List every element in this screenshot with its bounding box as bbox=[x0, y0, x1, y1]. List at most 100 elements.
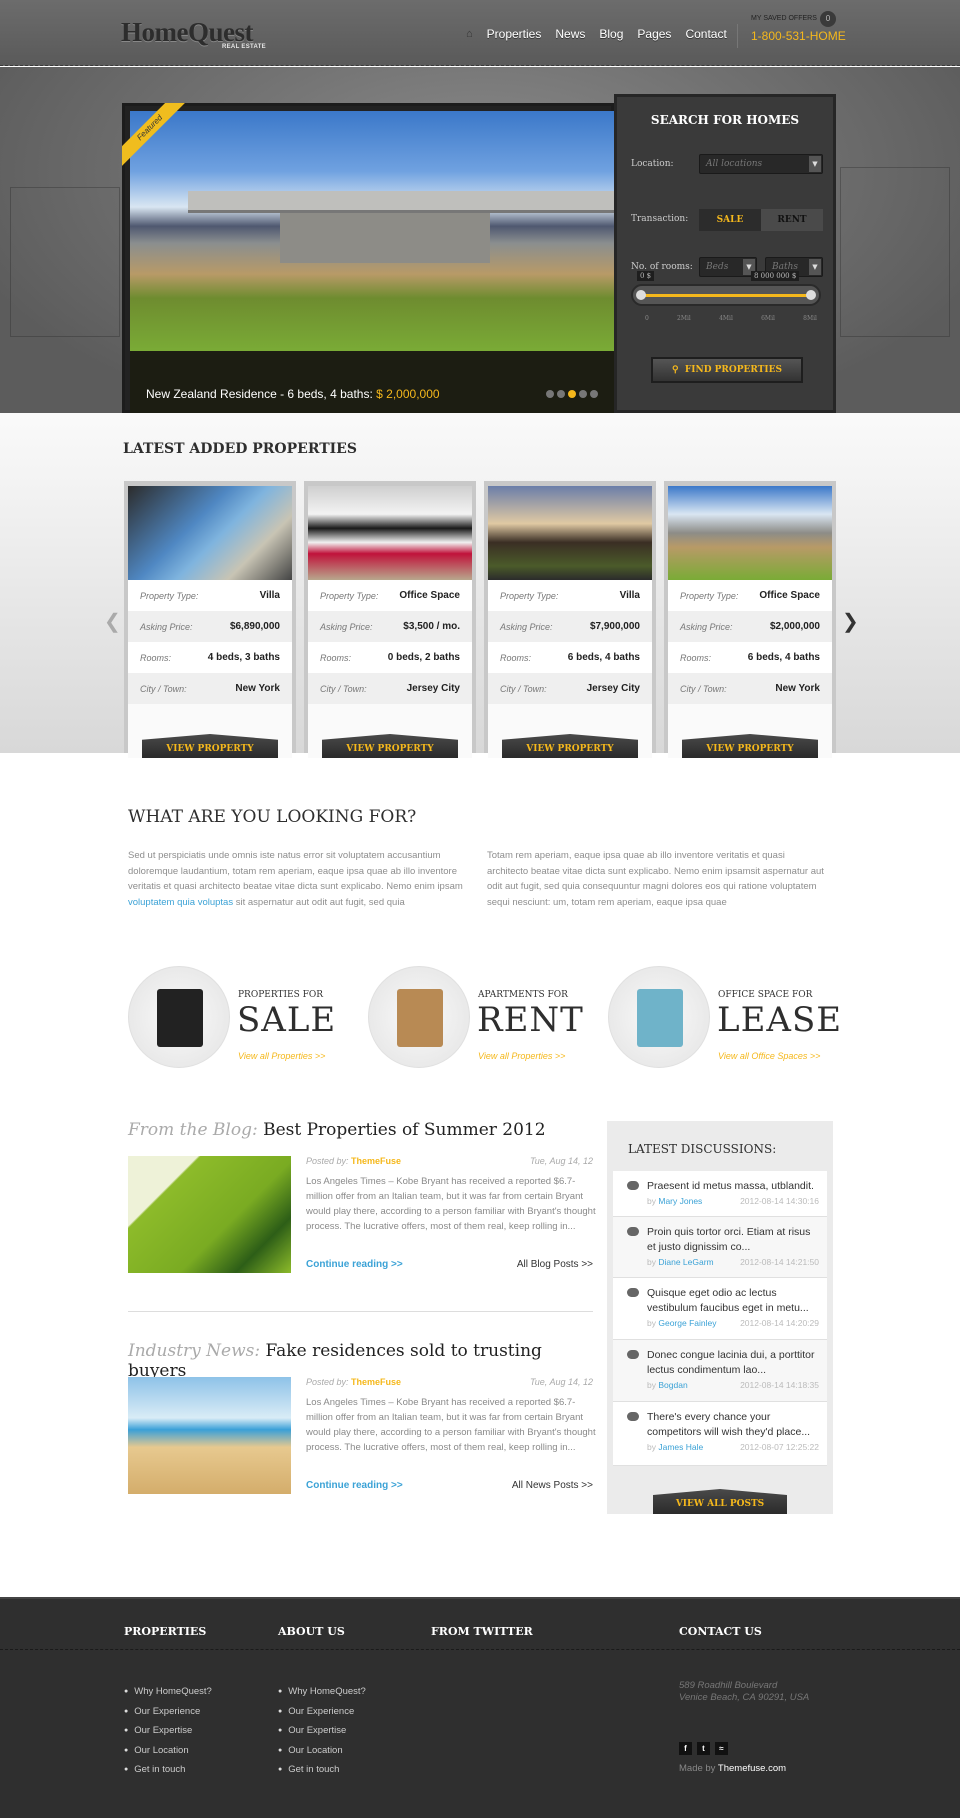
discussion-meta: by Bogdan 2012-08-14 14:18:35 bbox=[647, 1380, 819, 1390]
property-city-row: City / Town: New York bbox=[128, 673, 292, 704]
view-all-posts-button[interactable]: VIEW ALL POSTS bbox=[653, 1489, 787, 1514]
post-author[interactable]: ThemeFuse bbox=[351, 1156, 401, 1166]
category-link[interactable]: View all Properties >> bbox=[238, 1051, 325, 1061]
property-price-row: Asking Price: $3,500 / mo. bbox=[308, 611, 472, 642]
saved-offers-count: 0 bbox=[820, 11, 836, 27]
property-type-row: Property Type: Office Space bbox=[308, 580, 472, 611]
category-link[interactable]: View all Office Spaces >> bbox=[718, 1051, 820, 1061]
footer-link[interactable]: Why HomeQuest? bbox=[124, 1682, 212, 1702]
author-link[interactable]: Bogdan bbox=[658, 1380, 687, 1390]
discussion-time: 2012-08-14 14:30:16 bbox=[740, 1196, 819, 1206]
range-min-handle[interactable] bbox=[636, 290, 646, 300]
author-link[interactable]: George Fainley bbox=[658, 1318, 716, 1328]
author-link[interactable]: Mary Jones bbox=[658, 1196, 702, 1206]
transaction-rent[interactable]: RENT bbox=[761, 209, 823, 231]
nav-pages[interactable]: Pages bbox=[637, 27, 671, 41]
beds-select[interactable]: Beds ▼ bbox=[699, 257, 757, 277]
tick-label: 0 bbox=[645, 315, 649, 322]
author-link[interactable]: James Hale bbox=[658, 1442, 703, 1452]
footer-link[interactable]: Get in touch bbox=[124, 1760, 212, 1780]
category-lease[interactable]: OFFICE SPACE FOR LEASE View all Office S… bbox=[608, 966, 841, 1070]
property-photo[interactable] bbox=[128, 486, 292, 580]
footer-link[interactable]: Get in touch bbox=[278, 1760, 366, 1780]
saved-offers-link[interactable]: MY SAVED OFFERS bbox=[751, 15, 817, 22]
footer-link[interactable]: Our Expertise bbox=[124, 1721, 212, 1741]
post-thumbnail[interactable] bbox=[128, 1377, 291, 1494]
field-label: Rooms: bbox=[680, 652, 712, 663]
footer-link[interactable]: Our Experience bbox=[124, 1702, 212, 1722]
address-line: 589 Roadhill Boulevard bbox=[679, 1680, 778, 1691]
property-photo[interactable] bbox=[308, 486, 472, 580]
post-author[interactable]: ThemeFuse bbox=[351, 1377, 401, 1387]
view-property-button[interactable]: VIEW PROPERTY bbox=[142, 734, 278, 758]
discussion-time: 2012-08-14 14:21:50 bbox=[740, 1257, 819, 1267]
discussion-item[interactable]: Praesent id metus massa, utblandit. by M… bbox=[613, 1171, 827, 1217]
category-sale[interactable]: PROPERTIES FOR SALE View all Properties … bbox=[128, 966, 358, 1070]
footer-link[interactable]: Our Location bbox=[278, 1741, 366, 1761]
field-label: Rooms: bbox=[500, 652, 532, 663]
price-range-slider[interactable] bbox=[631, 284, 821, 306]
site-footer: PROPERTIES ABOUT US FROM TWITTER CONTACT… bbox=[0, 1597, 960, 1818]
property-rooms-row: Rooms: 0 beds, 2 baths bbox=[308, 642, 472, 673]
slide-dot[interactable] bbox=[546, 390, 554, 398]
slide-dot[interactable] bbox=[579, 390, 587, 398]
post-separator bbox=[128, 1311, 593, 1312]
nav-news[interactable]: News bbox=[555, 27, 585, 41]
all-posts-link[interactable]: All Blog Posts >> bbox=[517, 1259, 593, 1270]
all-posts-link[interactable]: All News Posts >> bbox=[512, 1480, 593, 1491]
property-photo[interactable] bbox=[488, 486, 652, 580]
field-label: Asking Price: bbox=[140, 621, 193, 632]
discussion-meta: by Diane LeGarm 2012-08-14 14:21:50 bbox=[647, 1257, 819, 1267]
section-title: LATEST ADDED PROPERTIES bbox=[123, 441, 357, 457]
view-property-button[interactable]: VIEW PROPERTY bbox=[502, 734, 638, 758]
discussion-text: Donec congue lacinia dui, a porttitor le… bbox=[647, 1349, 815, 1376]
footer-link[interactable]: Our Expertise bbox=[278, 1721, 366, 1741]
featured-slider[interactable]: New Zealand Residence - 6 beds, 4 baths:… bbox=[122, 103, 618, 413]
range-max-handle[interactable] bbox=[806, 290, 816, 300]
rss-icon[interactable]: ≈ bbox=[715, 1742, 728, 1755]
discussion-item[interactable]: Donec congue lacinia dui, a porttitor le… bbox=[613, 1340, 827, 1402]
property-photo[interactable] bbox=[668, 486, 832, 580]
category-link[interactable]: View all Properties >> bbox=[478, 1051, 565, 1061]
home-icon[interactable]: ⌂ bbox=[466, 28, 473, 40]
post-title[interactable]: Industry News: Fake residences sold to t… bbox=[128, 1341, 593, 1381]
field-value: $2,000,000 bbox=[769, 621, 820, 632]
slide-dot[interactable] bbox=[590, 390, 598, 398]
footer-link[interactable]: Our Location bbox=[124, 1741, 212, 1761]
nav-blog[interactable]: Blog bbox=[599, 27, 623, 41]
paragraph-text: Sed ut perspiciatis unde omnis iste natu… bbox=[128, 850, 463, 893]
discussion-item[interactable]: There's every chance your competitors wi… bbox=[613, 1402, 827, 1466]
discussion-item[interactable]: Proin quis tortor orci. Etiam at risus e… bbox=[613, 1217, 827, 1278]
find-properties-button[interactable]: ⚲ FIND PROPERTIES bbox=[651, 357, 803, 383]
inline-link[interactable]: voluptatem quia voluptas bbox=[128, 897, 233, 908]
view-property-button[interactable]: VIEW PROPERTY bbox=[322, 734, 458, 758]
by-label: by bbox=[647, 1196, 656, 1206]
featured-photo bbox=[130, 111, 618, 351]
nav-properties[interactable]: Properties bbox=[487, 27, 542, 41]
continue-reading-link[interactable]: Continue reading >> bbox=[306, 1480, 403, 1491]
intro-paragraph: Sed ut perspiciatis unde omnis iste natu… bbox=[128, 848, 468, 910]
author-link[interactable]: Diane LeGarm bbox=[658, 1257, 713, 1267]
transaction-label: Transaction: bbox=[631, 214, 689, 224]
carousel-prev-icon[interactable]: ❮ bbox=[104, 609, 121, 634]
location-select[interactable]: All locations ▼ bbox=[699, 154, 823, 174]
nav-contact[interactable]: Contact bbox=[685, 27, 726, 41]
slide-dot-active[interactable] bbox=[568, 390, 576, 398]
footer-link[interactable]: Our Experience bbox=[278, 1702, 366, 1722]
posted-by-label: Posted by: bbox=[306, 1156, 349, 1166]
facebook-icon[interactable]: f bbox=[679, 1742, 692, 1755]
twitter-icon[interactable]: t bbox=[697, 1742, 710, 1755]
continue-reading-link[interactable]: Continue reading >> bbox=[306, 1259, 403, 1270]
category-rent[interactable]: APARTMENTS FOR RENT View all Properties … bbox=[368, 966, 598, 1070]
slide-dot[interactable] bbox=[557, 390, 565, 398]
transaction-sale[interactable]: SALE bbox=[699, 209, 761, 231]
footer-link[interactable]: Why HomeQuest? bbox=[278, 1682, 366, 1702]
property-city-row: City / Town: New York bbox=[668, 673, 832, 704]
discussion-item[interactable]: Quisque eget odio ac lectus vestibulum f… bbox=[613, 1278, 827, 1340]
carousel-next-icon[interactable]: ❯ bbox=[842, 609, 859, 634]
post-title[interactable]: From the Blog: Best Properties of Summer… bbox=[128, 1120, 593, 1140]
comment-bubble-icon bbox=[627, 1350, 639, 1359]
view-property-button[interactable]: VIEW PROPERTY bbox=[682, 734, 818, 758]
made-by-link[interactable]: Themefuse.com bbox=[718, 1763, 786, 1774]
post-thumbnail[interactable] bbox=[128, 1156, 291, 1273]
